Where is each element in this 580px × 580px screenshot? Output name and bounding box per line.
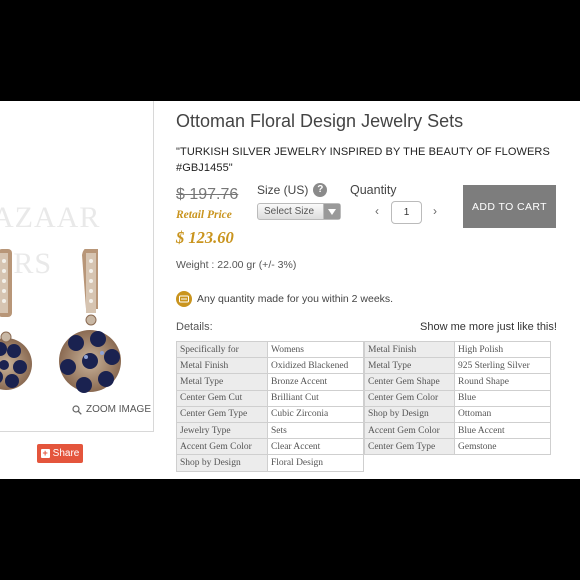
earrings-image bbox=[0, 249, 121, 393]
plus-icon: + bbox=[40, 448, 50, 458]
detail-key: Center Gem Type bbox=[176, 405, 268, 423]
detail-key: Accent Gem Color bbox=[364, 421, 455, 440]
table-row: Shop by Design Ottoman bbox=[364, 405, 551, 423]
notice-text: Any quantity made for you within 2 weeks… bbox=[197, 293, 394, 305]
details-table-right: Metal Finish High Polish Metal Type 925 Ste… bbox=[364, 340, 551, 456]
detail-key: Metal Finish bbox=[176, 357, 268, 375]
detail-value: Ottoman bbox=[454, 405, 551, 423]
quantity-label: Quantity bbox=[350, 183, 397, 197]
detail-value: Gemstone bbox=[454, 438, 551, 456]
product-title: Ottoman Floral Design Jewelry Sets bbox=[176, 111, 464, 131]
quantity-increase-button[interactable]: › bbox=[433, 204, 437, 218]
detail-value: Womens bbox=[267, 340, 364, 359]
clock-badge-icon bbox=[176, 291, 192, 307]
detail-value: High Polish bbox=[454, 340, 551, 359]
table-row: Metal Finish Oxidized Blackened bbox=[176, 357, 364, 375]
table-row: Shop by Design Floral Design bbox=[176, 454, 364, 472]
product-description: "TURKISH SILVER JEWELRY INSPIRED BY THE … bbox=[176, 146, 550, 174]
detail-key: Center Gem Shape bbox=[364, 373, 455, 391]
zoom-image-label: ZOOM IMAGE bbox=[86, 404, 151, 415]
share-button[interactable]: + Share bbox=[37, 444, 83, 463]
detail-key: Center Gem Type bbox=[364, 438, 455, 456]
detail-value: Blue bbox=[454, 389, 551, 407]
detail-key: Center Gem Cut bbox=[176, 389, 268, 407]
watermark-line-1: AZAAR bbox=[0, 201, 101, 234]
detail-value: Bronze Accent bbox=[267, 373, 364, 391]
quantity-input[interactable]: 1 bbox=[391, 201, 422, 224]
detail-value: Clear Accent bbox=[267, 438, 364, 456]
zoom-image-button[interactable]: ZOOM IMAGE bbox=[72, 404, 151, 415]
detail-value: 925 Sterling Silver bbox=[454, 357, 551, 375]
question-icon[interactable]: ? bbox=[313, 183, 328, 197]
product-page: AZAAR ERS bbox=[0, 101, 580, 479]
table-row: Specifically for Womens bbox=[176, 340, 364, 359]
detail-key: Center Gem Color bbox=[364, 389, 455, 407]
table-row: Metal Type 925 Sterling Silver bbox=[364, 357, 551, 375]
table-row: Accent Gem Color Blue Accent bbox=[364, 421, 551, 440]
table-row: Metal Type Bronze Accent bbox=[176, 373, 364, 391]
detail-value: Sets bbox=[267, 421, 364, 440]
table-row: Jewelry Type Sets bbox=[176, 421, 364, 440]
detail-value: Round Shape bbox=[454, 373, 551, 391]
detail-key: Metal Type bbox=[176, 373, 268, 391]
table-row: Center Gem Shape Round Shape bbox=[364, 373, 551, 391]
right-earring bbox=[59, 249, 121, 393]
table-row: Center Gem Type Cubic Zirconia bbox=[176, 405, 364, 423]
add-to-cart-button[interactable]: ADD TO CART bbox=[463, 185, 556, 228]
detail-value: Blue Accent bbox=[454, 421, 551, 440]
show-more-link[interactable]: Show me more just like this! bbox=[420, 321, 557, 333]
magnifier-icon bbox=[72, 404, 82, 415]
product-weight: Weight : 22.00 gr (+/- 3%) bbox=[176, 259, 297, 271]
made-to-order-notice: Any quantity made for you within 2 weeks… bbox=[176, 291, 393, 307]
table-row: Center Gem Color Blue bbox=[364, 389, 551, 407]
table-row: Center Gem Cut Brilliant Cut bbox=[176, 389, 364, 407]
table-row: Metal Finish High Polish bbox=[364, 340, 551, 359]
size-label-text: Size (US) bbox=[257, 183, 309, 197]
size-select[interactable]: Select Size bbox=[257, 203, 341, 220]
detail-key: Shop by Design bbox=[364, 405, 455, 423]
detail-value: Floral Design bbox=[267, 454, 364, 472]
detail-value: Oxidized Blackened bbox=[267, 357, 364, 375]
share-label: Share bbox=[52, 448, 80, 459]
quantity-decrease-button[interactable]: ‹ bbox=[375, 204, 379, 218]
caret-down-icon bbox=[323, 204, 340, 219]
size-select-value: Select Size bbox=[264, 206, 315, 217]
detail-key: Metal Type bbox=[364, 357, 455, 375]
detail-key: Specifically for bbox=[176, 340, 268, 359]
product-image-panel[interactable]: AZAAR ERS bbox=[0, 101, 154, 432]
retail-price-label: Retail Price bbox=[176, 209, 232, 221]
detail-key: Accent Gem Color bbox=[176, 438, 268, 456]
size-label: Size (US) ? bbox=[257, 183, 328, 197]
detail-key: Jewelry Type bbox=[176, 421, 268, 440]
left-earring bbox=[0, 249, 32, 390]
detail-key: Shop by Design bbox=[176, 454, 268, 472]
sale-price: $ 123.60 bbox=[176, 228, 234, 247]
table-row: Accent Gem Color Clear Accent bbox=[176, 438, 364, 456]
details-table-left: Specifically for Womens Metal Finish Oxidiz… bbox=[176, 340, 364, 472]
detail-value: Brilliant Cut bbox=[267, 389, 364, 407]
old-price: $ 197.76 bbox=[176, 186, 239, 203]
details-label: Details: bbox=[176, 321, 213, 333]
table-row: Center Gem Type Gemstone bbox=[364, 438, 551, 456]
detail-key: Metal Finish bbox=[364, 340, 455, 359]
detail-value: Cubic Zirconia bbox=[267, 405, 364, 423]
